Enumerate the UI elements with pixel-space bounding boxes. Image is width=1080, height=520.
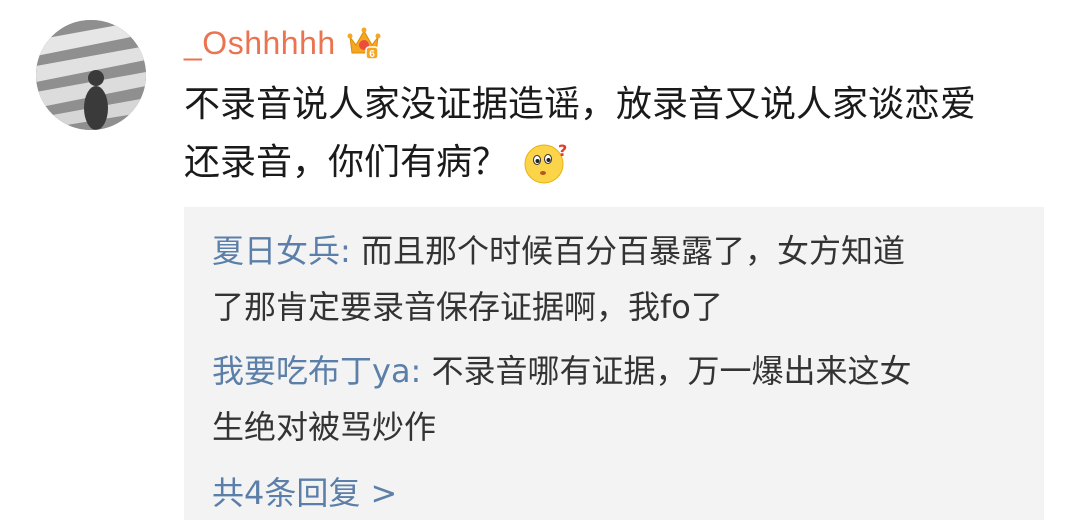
reply-author[interactable]: 夏日女兵: (212, 232, 351, 270)
thinking-face-icon: ? (524, 141, 567, 184)
reply-item: 夏日女兵: 而且那个时候百分百暴露了，女方知道 了那肯定要录音保存证据啊，我fo… (212, 223, 1022, 335)
username[interactable]: _Oshhhhh (184, 25, 336, 62)
svg-text:6: 6 (369, 49, 375, 60)
reply-text: 而且那个时候百分百暴露了，女方知道 (360, 232, 905, 270)
replies-panel: 夏日女兵: 而且那个时候百分百暴露了，女方知道 了那肯定要录音保存证据啊，我fo… (184, 207, 1044, 520)
reply-author[interactable]: 我要吃布丁ya: (212, 352, 421, 390)
username-row: _Oshhhhh 6 (184, 20, 382, 66)
reply-line-2: 了那肯定要录音保存证据啊，我fo了 (212, 288, 723, 326)
svg-text:?: ? (558, 141, 567, 160)
reply-text: 不录音哪有证据，万一爆出来这女 (431, 352, 912, 390)
view-more-replies-link[interactable]: 共4条回复 > (212, 465, 397, 520)
reply-line: 我要吃布丁ya: 不录音哪有证据，万一爆出来这女 (212, 343, 1022, 399)
comment-card: _Oshhhhh 6 不录音说人家没证据造谣，放录音又说人家谈恋爱 还录音，你们… (0, 0, 1080, 520)
reply-line: 夏日女兵: 而且那个时候百分百暴露了，女方知道 (212, 223, 1022, 279)
comment-text-line-2-text: 还录音，你们有病？ (184, 142, 509, 183)
reply-line-2: 生绝对被骂炒作 (212, 408, 437, 446)
comment-text-line: 不录音说人家没证据造谣，放录音又说人家谈恋爱 (184, 84, 977, 125)
vip-crown-icon[interactable]: 6 (346, 25, 382, 61)
comment-text: 不录音说人家没证据造谣，放录音又说人家谈恋爱 还录音，你们有病？ ? (184, 76, 1064, 192)
comment-text-line-2: 还录音，你们有病？ ? (184, 134, 1064, 192)
avatar[interactable] (36, 20, 146, 130)
reply-item: 我要吃布丁ya: 不录音哪有证据，万一爆出来这女 生绝对被骂炒作 (212, 343, 1022, 455)
avatar-image (36, 20, 146, 130)
